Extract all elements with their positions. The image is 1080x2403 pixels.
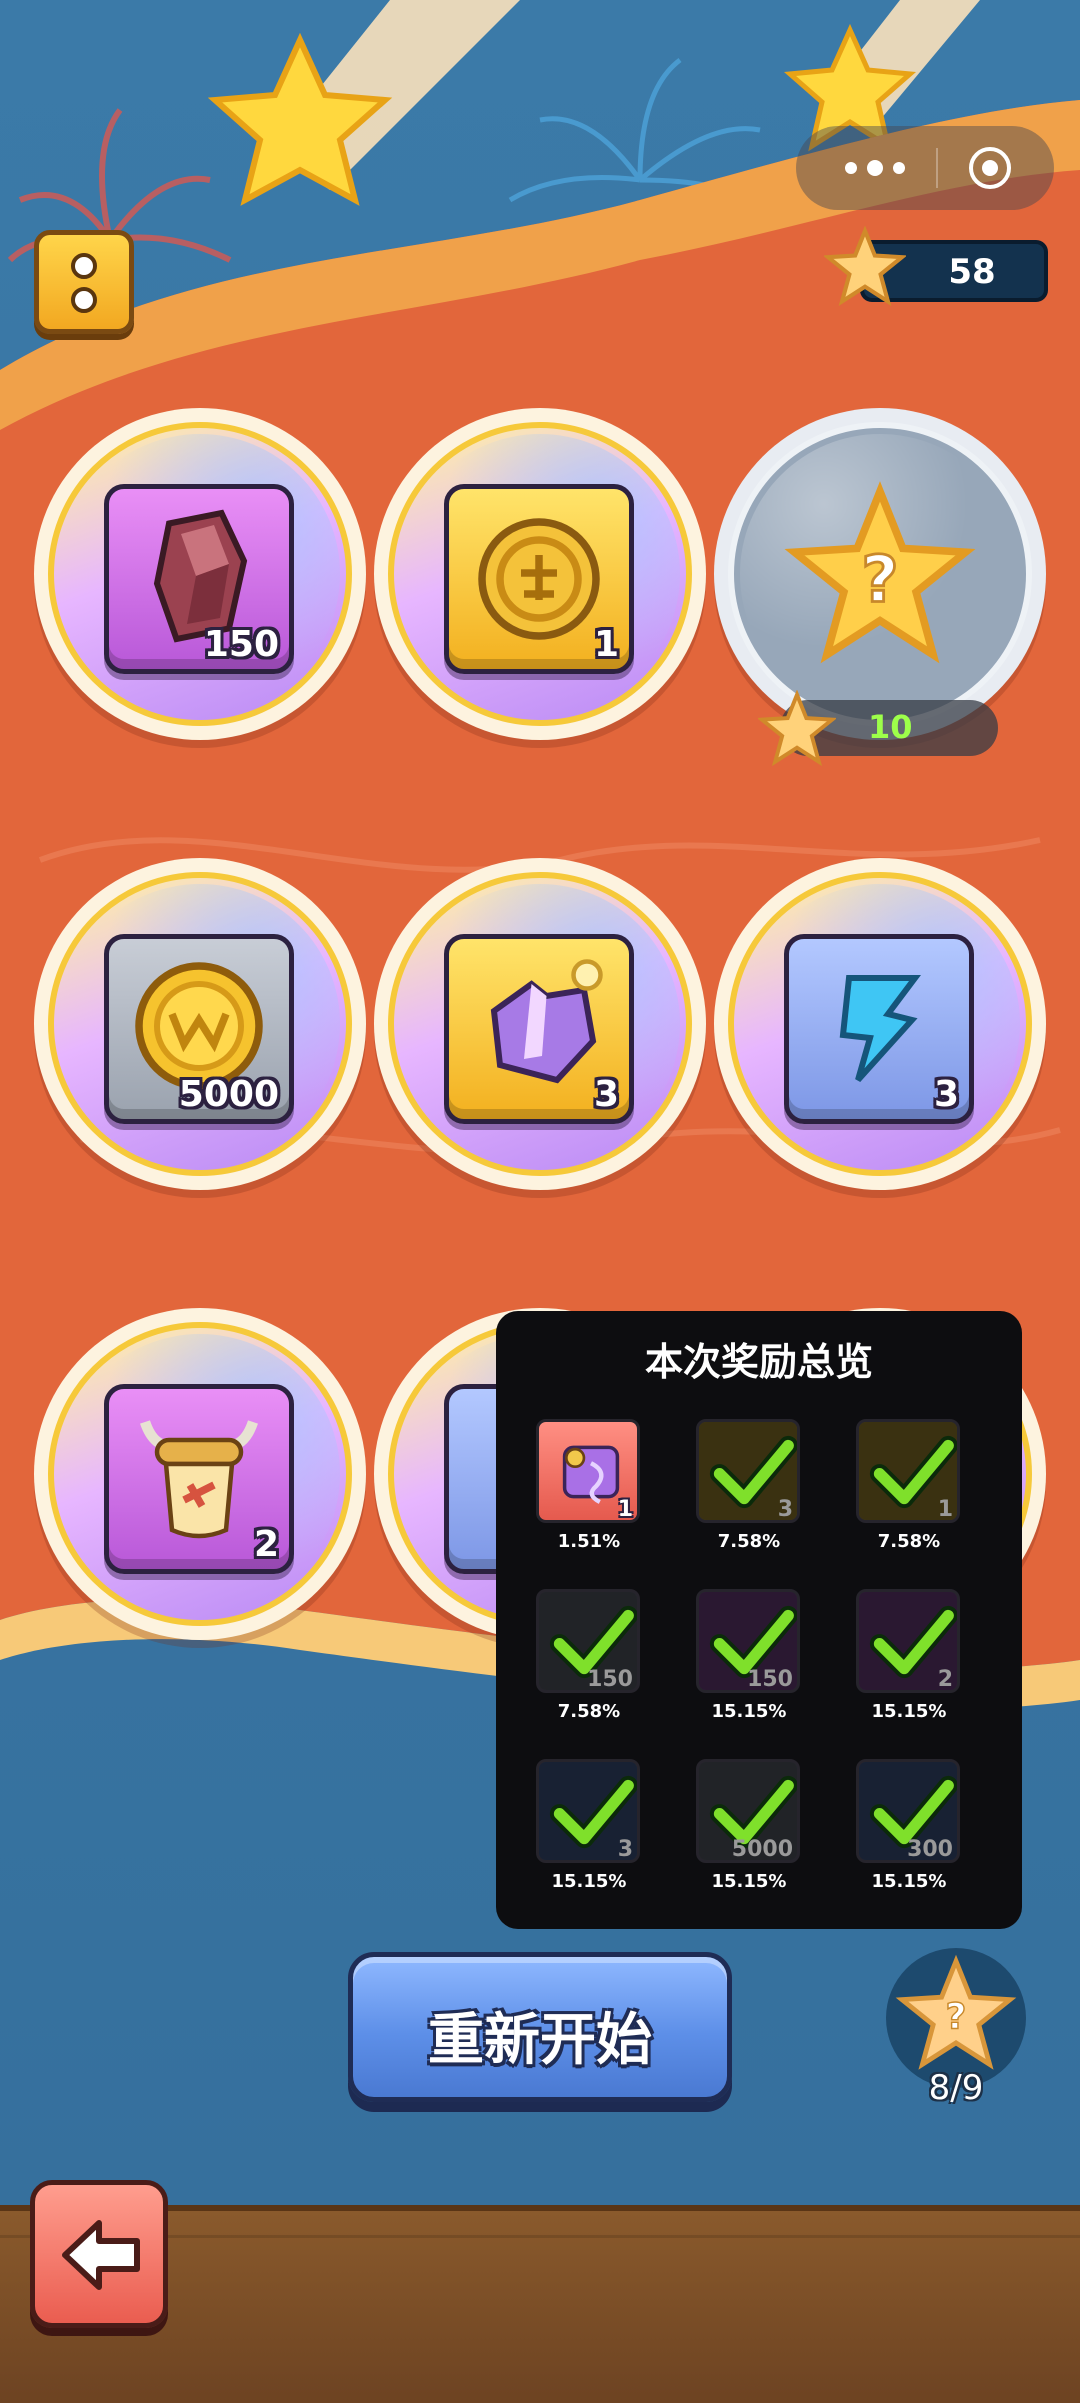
reward-tile: 150	[104, 484, 294, 674]
reward-slot[interactable]: 3	[714, 858, 1046, 1190]
overview-title: 本次奖励总览	[644, 1340, 873, 1384]
reward-quantity: 150	[203, 624, 279, 665]
gold-medal-coin-icon	[478, 518, 600, 640]
reward-tile: 1	[444, 484, 634, 674]
reward-slot[interactable]: 2	[34, 1308, 366, 1640]
reward-overview-panel: 本次奖励总览 1 1.51% 3 7.58% 1 7.58% 150 7.58%…	[496, 1311, 1022, 1929]
restart-button[interactable]: 重新开始	[348, 1952, 732, 2102]
reward-quantity: 3	[933, 1074, 959, 1115]
drop-rate: 7.58%	[717, 1531, 781, 1552]
draw-progress-count: 8/9	[928, 2068, 984, 2108]
drop-rate: 1.51%	[557, 1531, 621, 1552]
mystery-star-icon: ?	[784, 481, 976, 664]
reward-tile: 3	[784, 934, 974, 1124]
overview-item: 3 15.15%	[534, 1759, 644, 1899]
reward-slot[interactable]: 5000	[34, 858, 366, 1190]
drop-rate: 15.15%	[551, 1871, 627, 1892]
overview-item: 150 15.15%	[694, 1589, 804, 1729]
svg-text:?: ?	[861, 543, 898, 618]
overview-item: 3 7.58%	[694, 1419, 804, 1559]
capsule-divider	[936, 148, 938, 188]
drop-rate: 15.15%	[871, 1871, 947, 1892]
overview-item: 300 15.15%	[854, 1759, 964, 1899]
drop-rate: 7.58%	[877, 1531, 941, 1552]
reward-tile: 2	[104, 1384, 294, 1574]
draw-progress[interactable]: ? 8/9	[886, 1948, 1026, 2108]
overview-item: 1 7.58%	[854, 1419, 964, 1559]
drop-rate: 15.15%	[871, 1701, 947, 1722]
reward-slot[interactable]: 3	[374, 858, 706, 1190]
reward-quantity: 5000	[178, 1074, 279, 1115]
back-arrow-icon	[62, 2220, 140, 2290]
armor-shard-icon	[490, 959, 603, 1084]
reward-tile: 5000	[104, 934, 294, 1124]
overview-item: 1 1.51%	[534, 1419, 644, 1559]
reward-quantity: 2	[253, 1524, 279, 1565]
horned-scroll-icon	[140, 1420, 258, 1539]
reward-slot[interactable]: 1	[374, 408, 706, 740]
reward-quantity: 1	[593, 624, 619, 665]
drop-rate: 15.15%	[711, 1871, 787, 1892]
mystery-cost-value: 10	[868, 708, 913, 746]
drop-rate: 15.15%	[711, 1701, 787, 1722]
back-button[interactable]	[30, 2180, 168, 2328]
reward-quantity: 3	[593, 1074, 619, 1115]
menu-dot-icon	[71, 287, 97, 313]
more-options-icon[interactable]	[840, 156, 920, 180]
mystery-star-icon: ?	[895, 1954, 1017, 2070]
menu-button[interactable]	[34, 230, 134, 334]
reward-tile: 3	[444, 934, 634, 1124]
svg-text:?: ?	[946, 1996, 967, 2037]
overview-item: 2 15.15%	[854, 1589, 964, 1729]
drop-rate: 7.58%	[557, 1701, 621, 1722]
reward-slot[interactable]: 150	[34, 408, 366, 740]
star-currency-icon	[824, 226, 906, 307]
overview-item: 5000 15.15%	[694, 1759, 804, 1899]
lightning-energy-icon	[839, 975, 921, 1083]
star-currency-icon	[758, 690, 836, 767]
close-miniprogram-icon[interactable]	[966, 144, 1014, 192]
menu-dot-icon	[71, 253, 97, 279]
miniprogram-capsule	[796, 126, 1054, 210]
overview-item: 150 7.58%	[534, 1589, 644, 1729]
restart-button-label: 重新开始	[428, 2008, 652, 2073]
